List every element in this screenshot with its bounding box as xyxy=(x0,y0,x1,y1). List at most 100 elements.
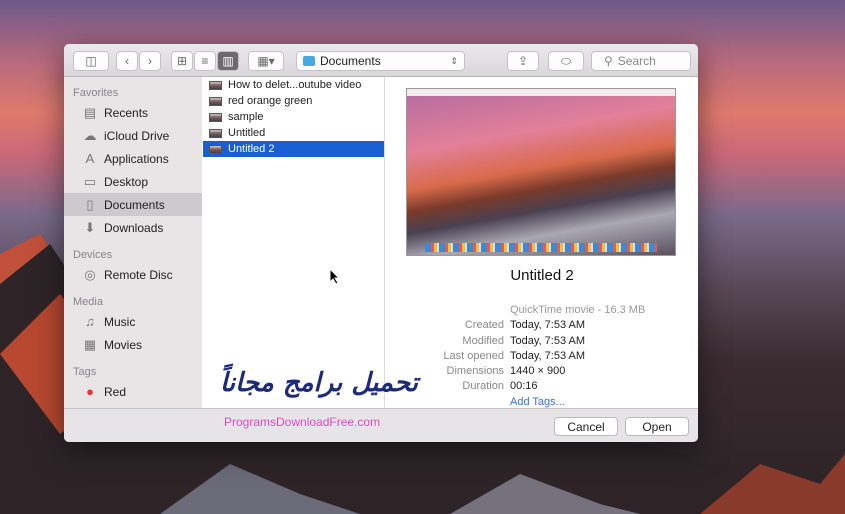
back-button[interactable]: ‹ xyxy=(116,51,138,71)
file-item[interactable]: Untitled xyxy=(203,125,384,141)
sidebar-item-label: Documents xyxy=(104,197,165,212)
sidebar-item-label: Remote Disc xyxy=(104,267,173,282)
file-name: Untitled 2 xyxy=(228,143,275,155)
metadata-key: Modified xyxy=(462,334,504,347)
file-name: How to delet...outube video xyxy=(228,79,362,91)
metadata-key: Created xyxy=(464,319,504,332)
preview-thumbnail xyxy=(406,88,676,256)
file-item[interactable]: red orange green xyxy=(203,93,384,109)
sidebar-item-label: Recents xyxy=(104,105,149,120)
sidebar-item-label: Red xyxy=(104,384,127,399)
forward-button[interactable]: › xyxy=(139,51,161,71)
sidebar-item-icloud-drive[interactable]: ☁ iCloud Drive xyxy=(64,124,202,147)
sidebar-item-downloads[interactable]: ⬇ Downloads xyxy=(64,216,202,239)
music-icon: ♫ xyxy=(85,314,95,329)
column-view-button[interactable]: ▥ xyxy=(217,51,239,71)
watermark-site: ProgramsDownloadFree.com xyxy=(224,415,381,429)
sidebar-item-label: Applications xyxy=(104,151,169,166)
tag-icon: ⬭ xyxy=(560,53,572,68)
location-popup[interactable]: Documents ⇕ xyxy=(296,51,465,71)
preview-pane: Untitled 2 QuickTime movie - 16.3 MB Cre… xyxy=(386,77,698,408)
arrange-icon: ▦▾ xyxy=(257,54,275,68)
file-name: sample xyxy=(228,111,264,123)
icon-view-button[interactable]: ⊞ xyxy=(171,51,193,71)
preview-title: Untitled 2 xyxy=(510,267,574,284)
sidebar-item-label: Desktop xyxy=(104,174,149,189)
file-name: Untitled xyxy=(228,127,266,139)
metadata-value: Today, 7:53 AM xyxy=(510,349,586,362)
sidebar-item-recents[interactable]: ▤ Recents xyxy=(64,101,202,124)
movie-file-icon xyxy=(209,128,222,138)
file-item[interactable]: Untitled 2 xyxy=(203,141,384,157)
sidebar-item-applications[interactable]: A Applications xyxy=(64,147,202,170)
movie-file-icon xyxy=(209,96,222,106)
disc-icon: ◎ xyxy=(84,266,96,282)
search-icon: ⚲ xyxy=(604,54,613,68)
share-icon: ⇪ xyxy=(517,54,529,68)
desktop-icon: ▭ xyxy=(83,173,97,189)
movie-file-icon xyxy=(209,144,222,154)
recents-icon: ▤ xyxy=(83,104,97,120)
list-view-button[interactable]: ≡ xyxy=(194,51,216,71)
file-list: How to delet...outube video red orange gr… xyxy=(203,77,385,408)
sidebar-item-label: Downloads xyxy=(104,220,164,235)
file-name: red orange green xyxy=(228,95,313,107)
chevron-left-icon: ‹ xyxy=(125,54,129,68)
tags-button[interactable]: ⬭ xyxy=(548,51,584,71)
applications-icon: A xyxy=(85,151,95,166)
movie-file-icon xyxy=(209,80,222,90)
metadata-row: Created Today, 7:53 AM xyxy=(386,319,698,334)
metadata-value: 00:16 xyxy=(510,380,538,393)
movie-file-icon xyxy=(209,112,222,122)
cloud-icon: ☁ xyxy=(83,127,97,143)
sidebar-section-title: Favorites xyxy=(73,87,119,99)
share-button[interactable]: ⇪ xyxy=(507,51,539,71)
search-input[interactable]: ⚲ Search xyxy=(591,51,691,71)
movies-icon: ▦ xyxy=(83,336,97,352)
sidebar-item-music[interactable]: ♫ Music xyxy=(64,310,202,333)
sidebar-item-label: Movies xyxy=(104,337,143,352)
red-tag-icon: ● xyxy=(86,384,94,399)
metadata-row: Last opened Today, 7:53 AM xyxy=(386,350,698,365)
sidebar-icon: ◫ xyxy=(85,54,97,68)
sidebar-section-title: Media xyxy=(73,296,103,308)
sidebar-section-title: Devices xyxy=(73,249,113,261)
file-kind: QuickTime movie - 16.3 MB xyxy=(510,304,646,316)
mouse-cursor-icon xyxy=(330,269,340,285)
watermark-arabic: تحميل برامج مجاناً xyxy=(220,368,418,398)
sidebar-section-title: Tags xyxy=(73,366,97,378)
location-label: Documents xyxy=(320,54,381,68)
metadata-key: Last opened xyxy=(443,349,504,362)
sidebar-item-label: iCloud Drive xyxy=(104,128,170,143)
downloads-icon: ⬇ xyxy=(84,219,96,235)
metadata-value: 1440 × 900 xyxy=(510,365,566,378)
metadata-row: Dimensions 1440 × 900 xyxy=(386,365,698,380)
sidebar-toggle-button[interactable]: ◫ xyxy=(73,51,109,71)
sidebar-item-desktop[interactable]: ▭ Desktop xyxy=(64,170,202,193)
metadata-value: Today, 7:53 AM xyxy=(510,319,586,332)
file-item[interactable]: How to delet...outube video xyxy=(203,77,384,93)
sidebar-item-movies[interactable]: ▦ Movies xyxy=(64,333,202,356)
sidebar-item-label: Music xyxy=(104,314,136,329)
grid-icon: ⊞ xyxy=(176,54,188,68)
columns-icon: ▥ xyxy=(222,54,234,68)
cancel-button[interactable]: Cancel xyxy=(554,417,618,436)
list-icon: ≡ xyxy=(201,54,209,68)
open-button[interactable]: Open xyxy=(625,417,689,436)
documents-icon: ▯ xyxy=(86,196,94,212)
folder-icon xyxy=(303,56,315,66)
metadata-row: Duration 00:16 xyxy=(386,380,698,395)
sidebar: Favorites ▤ Recents ☁ iCloud Drive A Applicati… xyxy=(64,77,202,408)
bottom-bar: Cancel Open xyxy=(64,408,698,442)
chevron-right-icon: › xyxy=(148,54,152,68)
sidebar-item-remote-disc[interactable]: ◎ Remote Disc xyxy=(64,263,202,286)
metadata-row: Modified Today, 7:53 AM xyxy=(386,335,698,350)
file-item[interactable]: sample xyxy=(203,109,384,125)
sidebar-item-red[interactable]: ● Red xyxy=(64,380,202,403)
sidebar-item-documents[interactable]: ▯ Documents xyxy=(64,193,202,216)
arrange-button[interactable]: ▦▾ xyxy=(248,51,284,71)
metadata-value: Today, 7:53 AM xyxy=(510,334,586,347)
toolbar: ◫ ‹ › ⊞ ≡ ▥ ▦▾ Documents ⇕ ⇪ ⬭ ⚲ Search xyxy=(64,44,698,77)
search-placeholder: Search xyxy=(617,54,656,68)
updown-chevron-icon: ⇕ xyxy=(450,55,458,66)
